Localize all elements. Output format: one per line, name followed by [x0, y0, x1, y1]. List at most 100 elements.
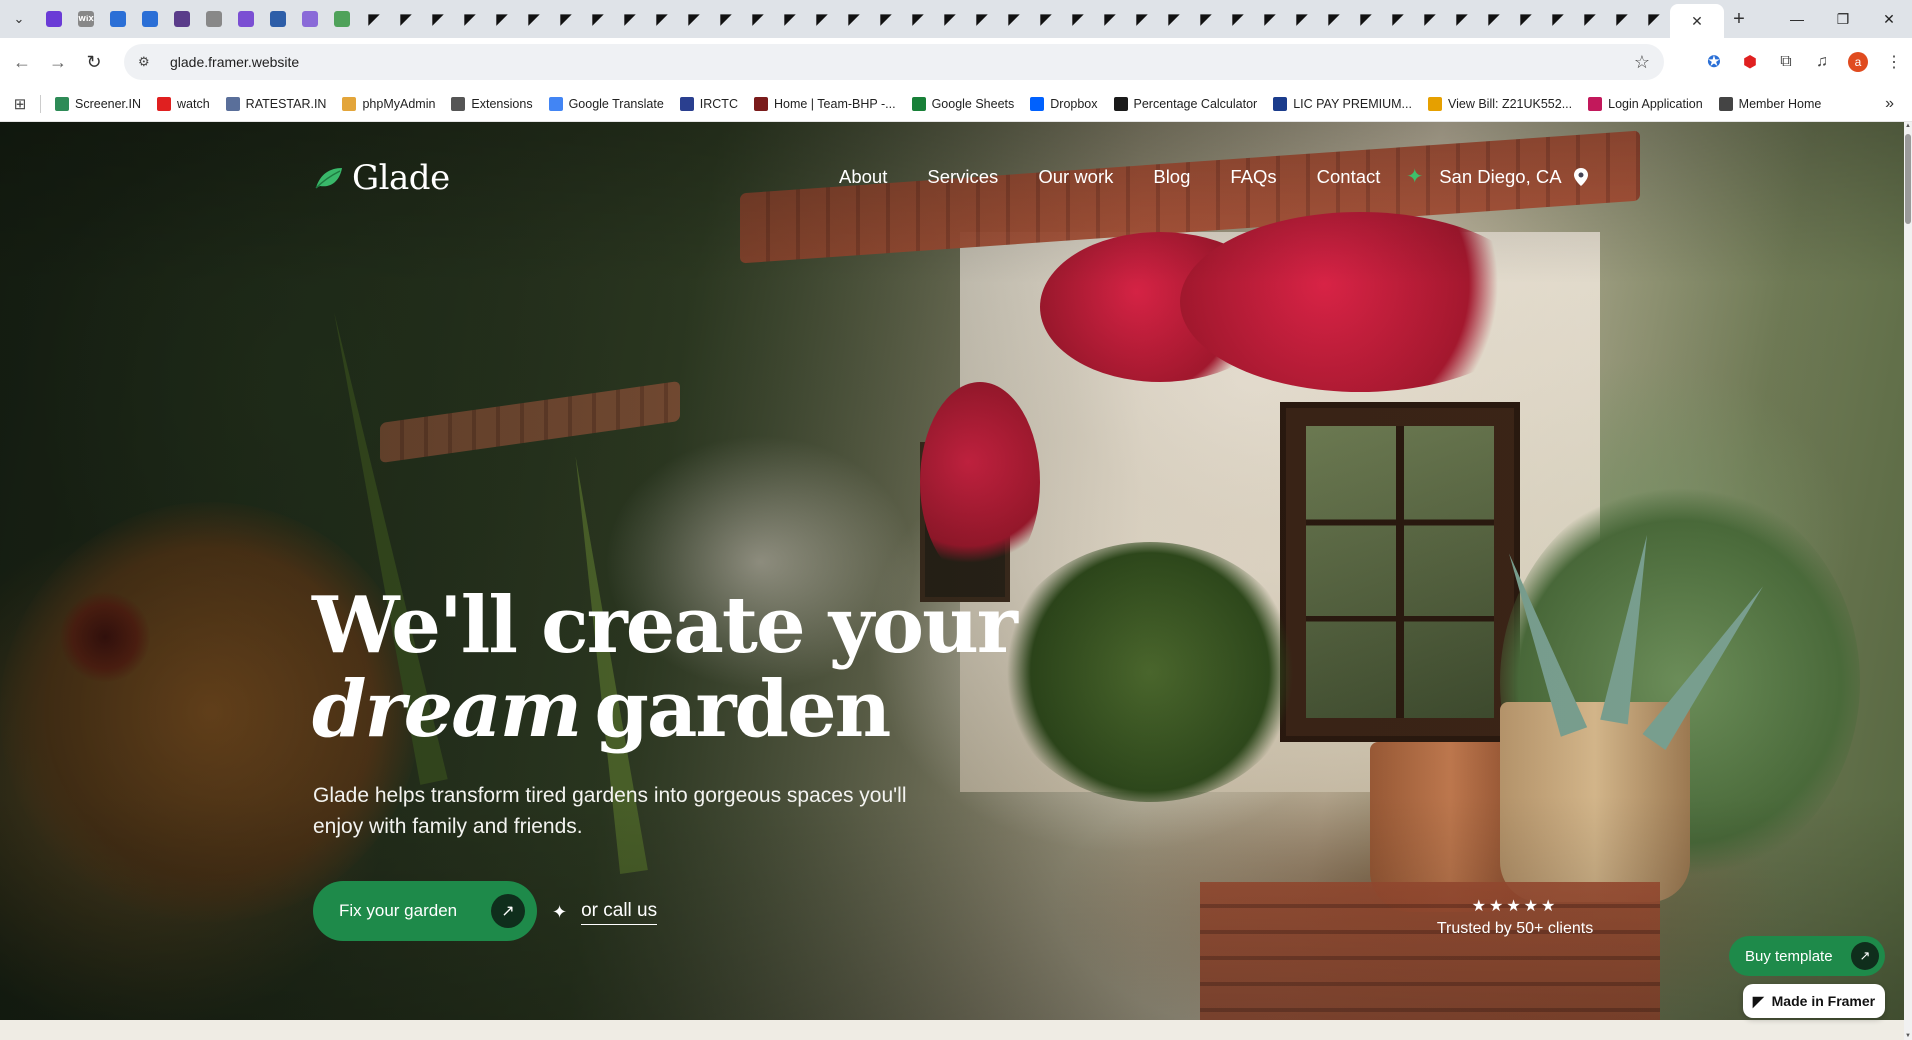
reload-button[interactable]: ↻	[76, 44, 112, 80]
bookmark-item[interactable]: Dropbox	[1022, 90, 1105, 118]
browser-tab[interactable]: ◤	[422, 0, 454, 38]
brand-logo[interactable]: Glade	[314, 158, 450, 198]
bookmark-item[interactable]: Google Sheets	[904, 90, 1023, 118]
close-tab-icon[interactable]: ✕	[1691, 13, 1703, 30]
restore-button[interactable]: ❐	[1820, 0, 1866, 38]
nav-faqs[interactable]: FAQs	[1230, 166, 1276, 188]
back-button[interactable]: ←	[4, 44, 40, 80]
browser-tab[interactable]: ◤	[454, 0, 486, 38]
browser-tab[interactable]: ◤	[1222, 0, 1254, 38]
browser-tab[interactable]: ◤	[1382, 0, 1414, 38]
browser-tab[interactable]: ◤	[934, 0, 966, 38]
browser-tab[interactable]: ◤	[1062, 0, 1094, 38]
browser-tab[interactable]: ◤	[902, 0, 934, 38]
browser-tab[interactable]: ◤	[518, 0, 550, 38]
adblock-extension-icon[interactable]: ⬢	[1732, 44, 1768, 80]
browser-tab[interactable]: ◤	[1542, 0, 1574, 38]
bookmarks-overflow-icon[interactable]: »	[1885, 95, 1894, 113]
browser-tab[interactable]: ◤	[870, 0, 902, 38]
location-link[interactable]: San Diego, CA	[1439, 166, 1588, 188]
bookmark-item[interactable]: RATESTAR.IN	[218, 90, 335, 118]
bookmark-item[interactable]: LIC PAY PREMIUM...	[1265, 90, 1420, 118]
bookmark-item[interactable]: Home | Team-BHP -...	[746, 90, 904, 118]
browser-tab[interactable]: ◤	[1190, 0, 1222, 38]
browser-tab[interactable]: ◤	[582, 0, 614, 38]
bookmark-item[interactable]: Member Home	[1711, 90, 1830, 118]
address-bar[interactable]: ⚙ glade.framer.website ☆	[124, 44, 1664, 80]
browser-tab[interactable]: ◤	[678, 0, 710, 38]
new-tab-button[interactable]: +	[1724, 0, 1754, 38]
scrollbar-thumb[interactable]	[1905, 134, 1911, 224]
browser-tab[interactable]: ◤	[550, 0, 582, 38]
browser-tab[interactable]	[262, 0, 294, 38]
browser-tab[interactable]	[166, 0, 198, 38]
browser-tab[interactable]: ◤	[1414, 0, 1446, 38]
bookmark-item[interactable]: phpMyAdmin	[334, 90, 443, 118]
bookmark-item[interactable]: IRCTC	[672, 90, 746, 118]
browser-tab[interactable]: ◤	[838, 0, 870, 38]
browser-tab[interactable]	[326, 0, 358, 38]
browser-tab[interactable]: ◤	[710, 0, 742, 38]
call-us-link[interactable]: or call us	[581, 900, 658, 925]
browser-tab[interactable]	[38, 0, 70, 38]
browser-tab[interactable]: ◤	[646, 0, 678, 38]
browser-tab[interactable]: ◤	[966, 0, 998, 38]
extension-icon[interactable]: ✪	[1696, 44, 1732, 80]
browser-tab[interactable]: ◤	[774, 0, 806, 38]
scroll-down-icon[interactable]: ▼	[1904, 1032, 1912, 1040]
browser-tab[interactable]: ◤	[358, 0, 390, 38]
media-control-icon[interactable]: ♫	[1804, 44, 1840, 80]
bookmark-item[interactable]: Google Translate	[541, 90, 672, 118]
made-in-framer-badge[interactable]: ◤ Made in Framer	[1743, 984, 1885, 1018]
nav-blog[interactable]: Blog	[1153, 166, 1190, 188]
browser-tab[interactable]: ◤	[486, 0, 518, 38]
buy-template-button[interactable]: Buy template ↗	[1729, 936, 1885, 976]
forward-button[interactable]: →	[40, 44, 76, 80]
bookmark-item[interactable]: Percentage Calculator	[1106, 90, 1266, 118]
page-scrollbar[interactable]: ▲ ▼	[1904, 122, 1912, 1040]
browser-tab[interactable]: ◤	[1574, 0, 1606, 38]
bookmark-item[interactable]: Screener.IN	[47, 90, 149, 118]
address-url[interactable]: glade.framer.website	[170, 54, 299, 70]
browser-tab[interactable]: ◤	[742, 0, 774, 38]
profile-button[interactable]: a	[1840, 44, 1876, 80]
nav-about[interactable]: About	[839, 166, 887, 188]
browser-tab[interactable]: ◤	[1446, 0, 1478, 38]
puzzle-extensions-icon[interactable]: ⧉	[1768, 44, 1804, 80]
browser-tab[interactable]: ◤	[1606, 0, 1638, 38]
browser-tab[interactable]: WiX	[70, 0, 102, 38]
tab-search-button[interactable]: ⌄	[0, 0, 38, 38]
apps-grid-icon[interactable]: ⊞	[0, 95, 40, 113]
bookmark-item[interactable]: View Bill: Z21UK552...	[1420, 90, 1580, 118]
browser-tab[interactable]	[294, 0, 326, 38]
browser-tab[interactable]	[102, 0, 134, 38]
bookmark-star-icon[interactable]: ☆	[1634, 52, 1650, 73]
close-window-button[interactable]: ✕	[1866, 0, 1912, 38]
nav-contact[interactable]: Contact	[1317, 166, 1381, 188]
browser-tab[interactable]: ◤	[1318, 0, 1350, 38]
browser-tab[interactable]: ◤	[1478, 0, 1510, 38]
nav-services[interactable]: Services	[927, 166, 998, 188]
minimize-button[interactable]: —	[1774, 0, 1820, 38]
browser-tab[interactable]	[134, 0, 166, 38]
fix-garden-button[interactable]: Fix your garden ↗	[313, 881, 537, 941]
browser-tab[interactable]: ◤	[1286, 0, 1318, 38]
nav-our-work[interactable]: Our work	[1038, 166, 1113, 188]
browser-tab[interactable]: ◤	[1254, 0, 1286, 38]
browser-tab[interactable]	[198, 0, 230, 38]
menu-kebab-icon[interactable]: ⋮	[1876, 44, 1912, 80]
browser-tab[interactable]: ◤	[1350, 0, 1382, 38]
browser-tab[interactable]: ◤	[998, 0, 1030, 38]
site-info-icon[interactable]: ⚙	[138, 54, 156, 70]
browser-tab[interactable]: ◤	[1126, 0, 1158, 38]
active-browser-tab[interactable]: ✕	[1670, 4, 1724, 38]
browser-tab[interactable]	[230, 0, 262, 38]
browser-tab[interactable]: ◤	[390, 0, 422, 38]
browser-tab[interactable]: ◤	[1030, 0, 1062, 38]
browser-tab[interactable]: ◤	[614, 0, 646, 38]
browser-tab[interactable]: ◤	[1094, 0, 1126, 38]
browser-tab[interactable]: ◤	[1638, 0, 1670, 38]
browser-tab[interactable]: ◤	[1158, 0, 1190, 38]
bookmark-item[interactable]: watch	[149, 90, 218, 118]
browser-tab[interactable]: ◤	[1510, 0, 1542, 38]
